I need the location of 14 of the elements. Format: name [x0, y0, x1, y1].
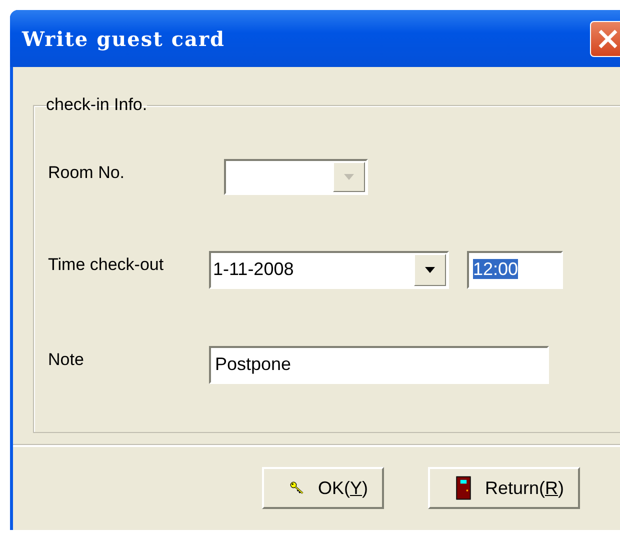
close-icon: [597, 28, 619, 50]
ok-button[interactable]: OK(Y): [262, 467, 384, 509]
window-title: Write guest card: [22, 26, 226, 50]
return-button[interactable]: Return(R): [428, 467, 580, 509]
note-field[interactable]: Postpone: [209, 346, 549, 384]
caret-icon: [424, 266, 436, 274]
field-label: Time check-out: [48, 254, 165, 275]
field-label: Note: [48, 349, 85, 370]
close-button[interactable]: [590, 20, 620, 56]
field-label: Room No.: [48, 162, 126, 183]
caret-icon: [343, 173, 355, 181]
time-field[interactable]: 12:00: [467, 251, 563, 289]
date-dropdown[interactable]: 1-11-2008: [209, 251, 449, 289]
group-title: check-in Info.: [46, 95, 148, 115]
